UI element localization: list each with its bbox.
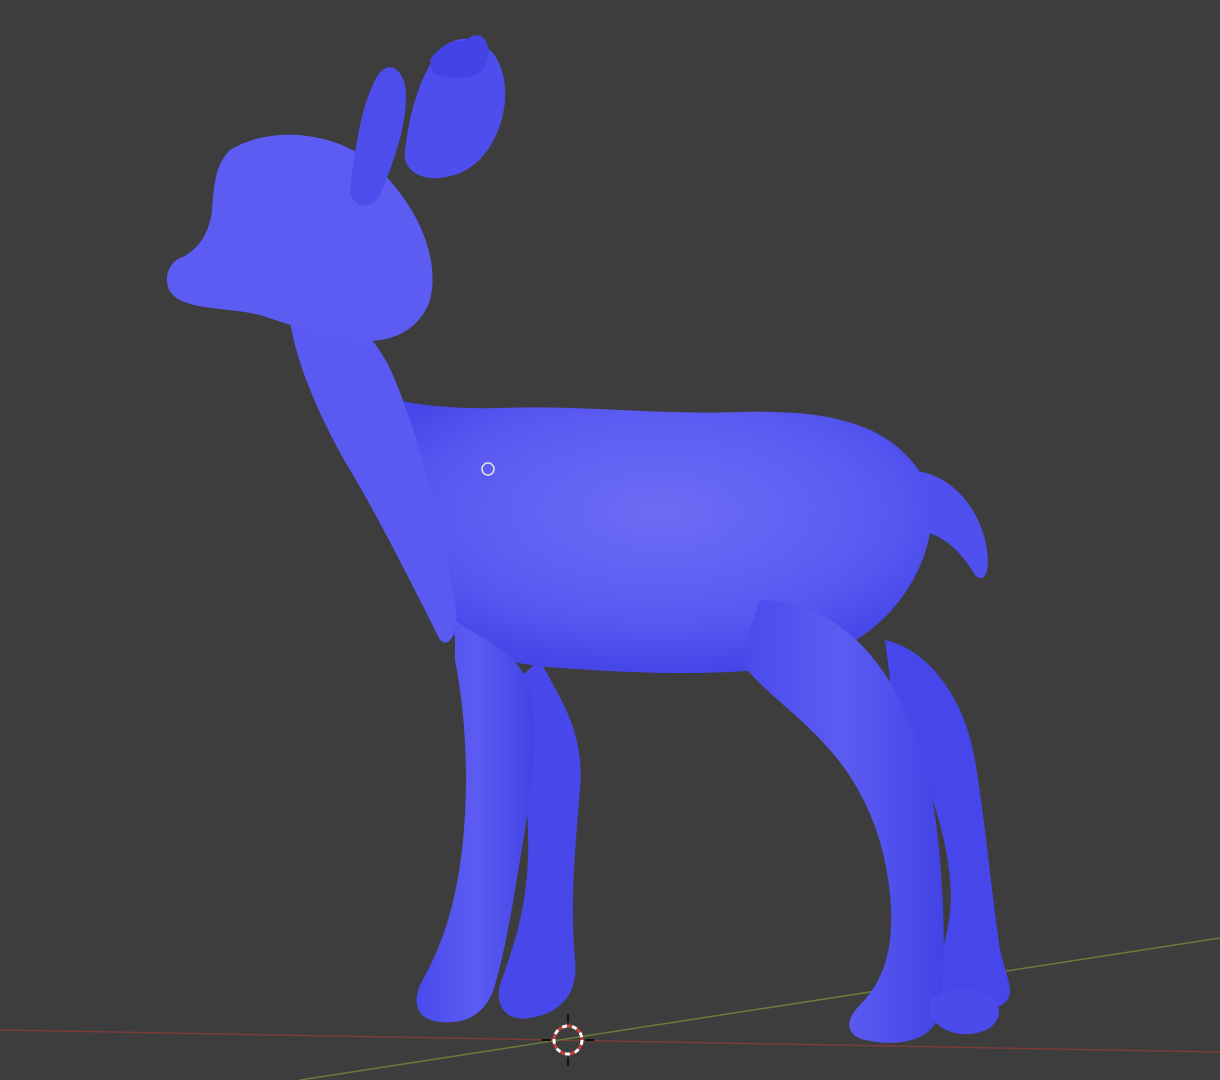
hind-leg-lower-back [929,988,999,1035]
3d-viewport[interactable] [0,0,1220,1080]
x-axis-line [0,1029,1220,1053]
deer-model[interactable] [166,35,1010,1043]
deer-head [166,134,433,341]
deer-antler-tips [430,35,489,78]
deer-ear-left [350,67,406,206]
viewport-scene [0,35,1220,1080]
